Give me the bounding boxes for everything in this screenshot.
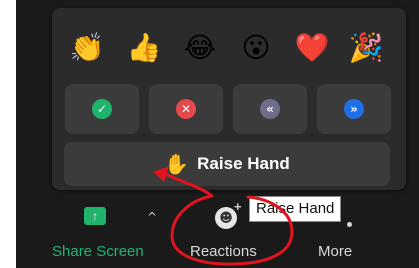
- check-icon: ✓: [92, 99, 112, 119]
- emoji-reactions-row: 👏 👍 😂 😮 ❤️ 🎉: [52, 26, 406, 70]
- tears-of-joy-icon[interactable]: 😂: [178, 26, 222, 70]
- reactions-plus-icon: +: [234, 199, 242, 214]
- no-button[interactable]: ✕: [149, 84, 223, 134]
- yes-button[interactable]: ✓: [65, 84, 139, 134]
- share-screen-button[interactable]: Share Screen: [52, 243, 162, 260]
- fast-forward-icon: »: [344, 99, 364, 119]
- nonverbal-feedback-row: ✓ ✕ « »: [52, 84, 406, 136]
- more-dots-icon[interactable]: [347, 222, 352, 227]
- go-slower-button[interactable]: «: [233, 84, 307, 134]
- raised-hand-icon: ✋: [164, 152, 190, 176]
- clapping-hands-icon[interactable]: 👏: [65, 26, 109, 70]
- share-options-caret[interactable]: ^: [147, 210, 157, 224]
- surprised-face-icon[interactable]: 😮: [234, 26, 278, 70]
- raise-hand-button[interactable]: ✋ Raise Hand: [64, 142, 390, 186]
- party-popper-icon[interactable]: 🎉: [344, 26, 388, 70]
- thumbs-up-icon[interactable]: 👍: [122, 26, 166, 70]
- reactions-panel: 👏 👍 😂 😮 ❤️ 🎉 ✓ ✕ « » ✋ Raise Hand: [52, 8, 406, 190]
- raise-hand-tooltip: Raise Hand: [249, 196, 342, 222]
- raise-hand-label: Raise Hand: [197, 154, 290, 173]
- page-margin: [0, 0, 16, 268]
- share-screen-icon[interactable]: ↑: [84, 207, 106, 225]
- rewind-icon: «: [260, 99, 280, 119]
- go-faster-button[interactable]: »: [317, 84, 391, 134]
- x-icon: ✕: [176, 99, 196, 119]
- more-button[interactable]: More: [318, 243, 378, 260]
- reactions-button[interactable]: Reactions: [190, 243, 280, 260]
- red-heart-icon[interactable]: ❤️: [290, 26, 334, 70]
